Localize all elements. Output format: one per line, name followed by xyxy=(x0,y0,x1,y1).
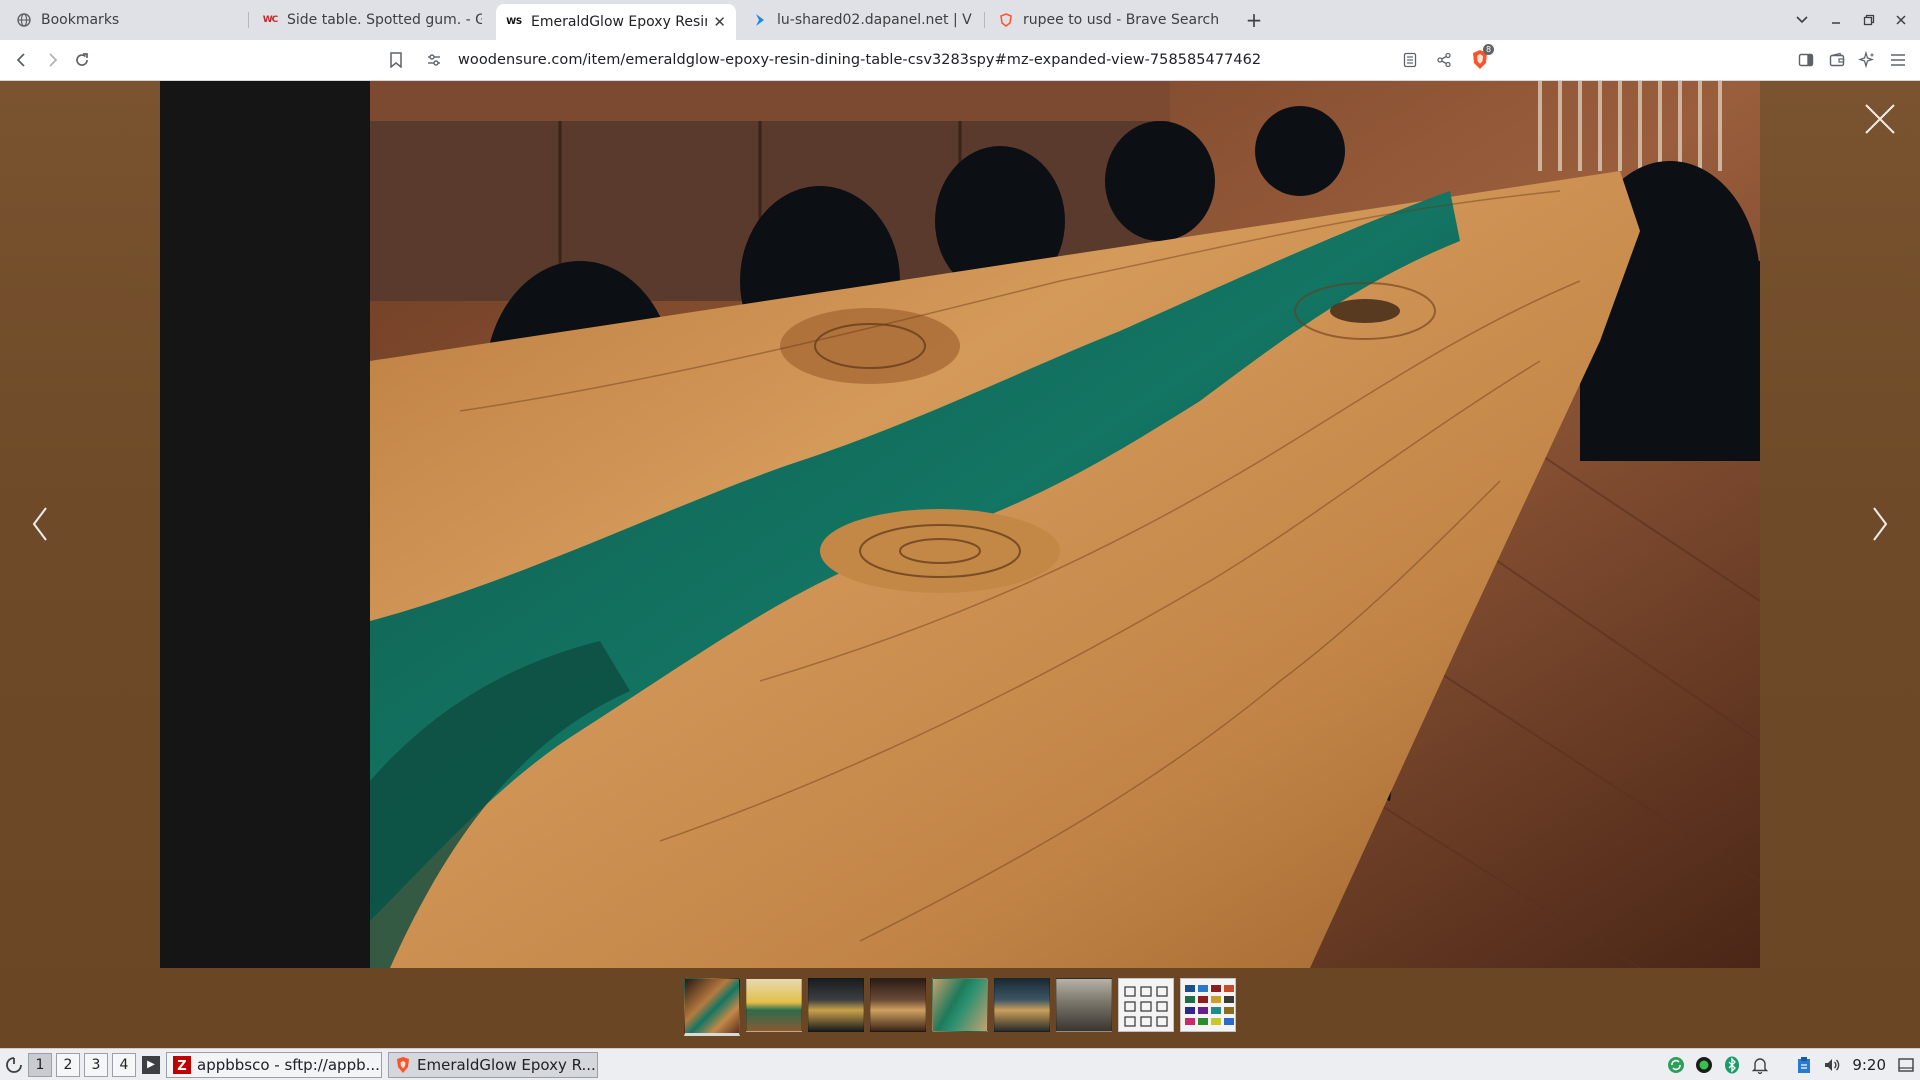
svg-text:Z: Z xyxy=(177,1059,186,1074)
system-taskbar: 1 2 3 4 ▶ Z appbbsco - sftp://appb... Em… xyxy=(0,1048,1920,1080)
tab-title: EmeraldGlow Epoxy Resin xyxy=(531,14,708,30)
tab-strip: Bookmarks WC Side table. Spotted gum. - … xyxy=(0,0,1920,40)
shields-count-badge: 8 xyxy=(1483,44,1495,55)
main-menu-button[interactable] xyxy=(1884,46,1912,74)
thumb-table-warm[interactable] xyxy=(870,978,926,1032)
app-menu-icon[interactable] xyxy=(4,1055,24,1075)
share-button[interactable] xyxy=(1430,46,1458,74)
tab-side-table[interactable]: WC Side table. Spotted gum. - Ger xyxy=(252,4,492,36)
previous-image-button[interactable] xyxy=(28,504,52,544)
taskbar-item-label: appbbsco - sftp://appb... xyxy=(197,1055,380,1074)
brave-search-favicon xyxy=(998,12,1014,28)
globe-icon xyxy=(16,12,32,28)
workspace-3[interactable]: 3 xyxy=(84,1052,108,1077)
minimize-icon[interactable] xyxy=(1824,8,1848,32)
thumb-table-dark-room[interactable] xyxy=(808,978,864,1032)
back-button[interactable] xyxy=(8,46,36,74)
dapanel-favicon xyxy=(752,12,768,28)
tab-dapanel[interactable]: lu-shared02.dapanel.net | View xyxy=(742,4,982,36)
forward-arrow-icon xyxy=(49,53,58,67)
leo-ai-button[interactable] xyxy=(1853,46,1881,74)
resin-table-photo xyxy=(160,81,1760,968)
ai-sparkle-icon xyxy=(1858,51,1875,69)
close-lightbox-button[interactable] xyxy=(1862,101,1898,137)
bookmark-icon xyxy=(390,52,402,68)
browser-toolbar: woodensure.com/item/emeraldglow-epoxy-re… xyxy=(0,40,1920,81)
tab-list-chevron-icon[interactable] xyxy=(1790,8,1814,32)
thumb-table-yellow[interactable] xyxy=(746,978,802,1032)
brave-icon xyxy=(395,1056,411,1074)
wc-favicon: WC xyxy=(262,15,279,25)
chevron-right-icon xyxy=(1873,507,1888,541)
tab-separator xyxy=(984,12,985,28)
back-arrow-icon xyxy=(16,53,25,67)
sidebar-icon xyxy=(1798,53,1814,67)
reader-mode-icon xyxy=(1403,52,1417,68)
share-icon xyxy=(1437,52,1451,68)
tab-title: Bookmarks xyxy=(41,12,120,28)
tab-brave-search[interactable]: rupee to usd - Brave Search xyxy=(988,4,1228,36)
system-tray: 9:20 xyxy=(1662,1049,1920,1080)
brave-shields-button[interactable]: 8 xyxy=(1466,44,1495,74)
wallet-button[interactable] xyxy=(1823,46,1851,74)
thumb-resin-closeup[interactable] xyxy=(932,978,988,1032)
new-tab-button[interactable]: + xyxy=(1240,6,1268,34)
next-image-button[interactable] xyxy=(1868,504,1892,544)
close-window-icon[interactable] xyxy=(1889,8,1913,32)
color-swatches-grid-icon xyxy=(1185,985,1234,1025)
leg-options-grid-icon xyxy=(1124,986,1168,1027)
reload-icon xyxy=(76,53,88,66)
tab-separator xyxy=(248,12,249,28)
tab-emeraldglow[interactable]: WS EmeraldGlow Epoxy Resin ✕ xyxy=(496,4,736,40)
clock[interactable]: 9:20 xyxy=(1852,1056,1886,1074)
bluetooth-icon[interactable] xyxy=(1722,1055,1742,1075)
clipboard-icon[interactable] xyxy=(1794,1055,1814,1075)
show-desktop-icon[interactable] xyxy=(1896,1055,1916,1075)
terminal-launcher-icon[interactable]: ▶ xyxy=(142,1055,160,1074)
taskbar-item-label: EmeraldGlow Epoxy R... xyxy=(417,1055,596,1074)
restore-icon[interactable] xyxy=(1857,8,1881,32)
product-image[interactable] xyxy=(160,81,1760,968)
workspace-1[interactable]: 1 xyxy=(28,1052,52,1077)
chevron-left-icon xyxy=(32,507,47,541)
thumb-table-showroom[interactable] xyxy=(1056,978,1112,1032)
reader-mode-button[interactable] xyxy=(1396,46,1424,74)
ws-favicon: WS xyxy=(506,17,522,27)
reload-button[interactable] xyxy=(68,46,96,74)
thumbnail-strip xyxy=(684,978,1236,1036)
bookmark-button[interactable] xyxy=(382,46,410,74)
volume-icon[interactable] xyxy=(1822,1055,1842,1075)
workspace-4[interactable]: 4 xyxy=(112,1052,136,1077)
taskbar-item-brave[interactable]: EmeraldGlow Epoxy R... xyxy=(388,1051,598,1078)
tab-title: lu-shared02.dapanel.net | View xyxy=(777,12,972,28)
image-lightbox xyxy=(0,81,1920,1048)
forward-button[interactable] xyxy=(38,46,66,74)
notification-bell-icon[interactable] xyxy=(1750,1055,1770,1075)
close-tab-icon[interactable]: ✕ xyxy=(707,13,726,31)
address-bar[interactable]: woodensure.com/item/emeraldglow-epoxy-re… xyxy=(416,45,1486,75)
site-settings-icon[interactable] xyxy=(426,52,442,72)
tab-title: rupee to usd - Brave Search xyxy=(1023,12,1218,28)
url-text: woodensure.com/item/emeraldglow-epoxy-re… xyxy=(458,52,1262,68)
filezilla-icon: Z xyxy=(173,1055,191,1074)
taskbar-item-filezilla[interactable]: Z appbbsco - sftp://appb... xyxy=(166,1051,382,1078)
workspace-2[interactable]: 2 xyxy=(56,1052,80,1077)
tab-title: Side table. Spotted gum. - Ger xyxy=(287,12,482,28)
thumb-color-swatches[interactable] xyxy=(1180,978,1236,1032)
sync-icon[interactable] xyxy=(1666,1055,1686,1075)
thumb-resin-table-angle[interactable] xyxy=(684,978,740,1036)
sidebar-button[interactable] xyxy=(1792,46,1820,74)
tab-bookmarks[interactable]: Bookmarks xyxy=(6,4,246,36)
wallet-icon xyxy=(1829,52,1845,67)
thumb-leg-options[interactable] xyxy=(1118,978,1174,1032)
close-icon xyxy=(1865,104,1895,134)
thumb-table-restaurant[interactable] xyxy=(994,978,1050,1032)
hamburger-menu-icon xyxy=(1891,54,1905,66)
record-icon[interactable] xyxy=(1694,1055,1714,1075)
